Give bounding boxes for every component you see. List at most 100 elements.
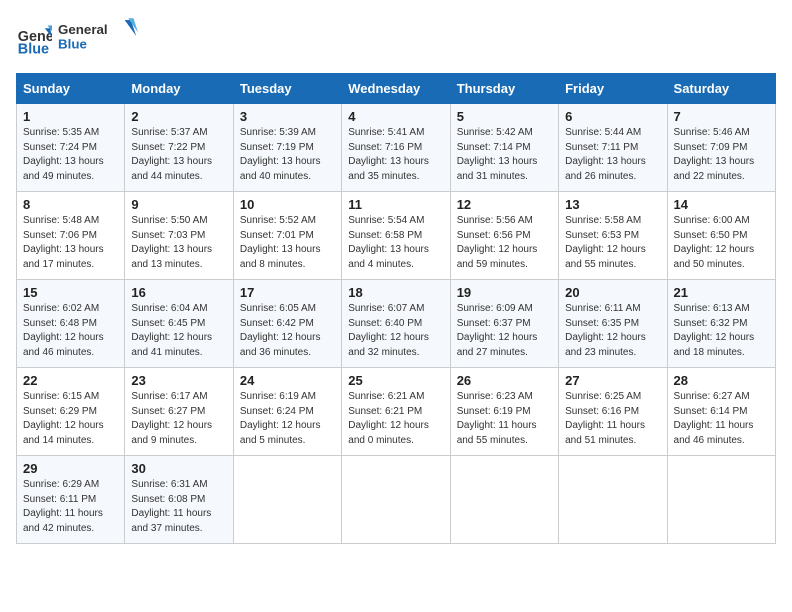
- day-number: 21: [674, 285, 769, 300]
- day-info: Sunrise: 6:00 AMSunset: 6:50 PMDaylight:…: [674, 214, 769, 272]
- week-row-3: 15 Sunrise: 6:02 AMSunset: 6:48 PMDayligh…: [17, 280, 776, 368]
- day-number: 4: [348, 109, 443, 124]
- calendar-cell: [233, 456, 341, 544]
- col-header-thursday: Thursday: [450, 74, 558, 104]
- day-number: 15: [23, 285, 118, 300]
- day-info: Sunrise: 5:35 AMSunset: 7:24 PMDaylight:…: [23, 126, 118, 184]
- day-number: 2: [131, 109, 226, 124]
- day-info: Sunrise: 5:37 AMSunset: 7:22 PMDaylight:…: [131, 126, 226, 184]
- calendar-cell: [667, 456, 775, 544]
- day-number: 6: [565, 109, 660, 124]
- calendar-cell: 26 Sunrise: 6:23 AMSunset: 6:19 PMDayligh…: [450, 368, 558, 456]
- day-info: Sunrise: 5:42 AMSunset: 7:14 PMDaylight:…: [457, 126, 552, 184]
- day-info: Sunrise: 6:23 AMSunset: 6:19 PMDaylight:…: [457, 390, 552, 448]
- day-number: 11: [348, 197, 443, 212]
- col-header-wednesday: Wednesday: [342, 74, 450, 104]
- day-info: Sunrise: 6:31 AMSunset: 6:08 PMDaylight:…: [131, 478, 226, 536]
- day-info: Sunrise: 6:19 AMSunset: 6:24 PMDaylight:…: [240, 390, 335, 448]
- calendar-cell: 23 Sunrise: 6:17 AMSunset: 6:27 PMDayligh…: [125, 368, 233, 456]
- day-number: 5: [457, 109, 552, 124]
- day-number: 8: [23, 197, 118, 212]
- day-info: Sunrise: 5:48 AMSunset: 7:06 PMDaylight:…: [23, 214, 118, 272]
- calendar-cell: 8 Sunrise: 5:48 AMSunset: 7:06 PMDaylight…: [17, 192, 125, 280]
- calendar-cell: 29 Sunrise: 6:29 AMSunset: 6:11 PMDayligh…: [17, 456, 125, 544]
- day-info: Sunrise: 6:09 AMSunset: 6:37 PMDaylight:…: [457, 302, 552, 360]
- day-number: 27: [565, 373, 660, 388]
- day-number: 25: [348, 373, 443, 388]
- calendar-table: SundayMondayTuesdayWednesdayThursdayFrid…: [16, 73, 776, 544]
- calendar-cell: 30 Sunrise: 6:31 AMSunset: 6:08 PMDayligh…: [125, 456, 233, 544]
- day-info: Sunrise: 5:41 AMSunset: 7:16 PMDaylight:…: [348, 126, 443, 184]
- logo: General Blue General Blue: [16, 16, 138, 61]
- calendar-cell: 25 Sunrise: 6:21 AMSunset: 6:21 PMDayligh…: [342, 368, 450, 456]
- day-info: Sunrise: 6:05 AMSunset: 6:42 PMDaylight:…: [240, 302, 335, 360]
- calendar-cell: 28 Sunrise: 6:27 AMSunset: 6:14 PMDayligh…: [667, 368, 775, 456]
- day-info: Sunrise: 6:02 AMSunset: 6:48 PMDaylight:…: [23, 302, 118, 360]
- col-header-saturday: Saturday: [667, 74, 775, 104]
- calendar-cell: 24 Sunrise: 6:19 AMSunset: 6:24 PMDayligh…: [233, 368, 341, 456]
- calendar-cell: 27 Sunrise: 6:25 AMSunset: 6:16 PMDayligh…: [559, 368, 667, 456]
- svg-text:Blue: Blue: [18, 41, 49, 57]
- calendar-cell: 11 Sunrise: 5:54 AMSunset: 6:58 PMDayligh…: [342, 192, 450, 280]
- calendar-cell: 6Sunrise: 5:44 AMSunset: 7:11 PMDaylight…: [559, 104, 667, 192]
- svg-text:Blue: Blue: [58, 36, 87, 51]
- day-number: 20: [565, 285, 660, 300]
- day-number: 24: [240, 373, 335, 388]
- day-info: Sunrise: 6:25 AMSunset: 6:16 PMDaylight:…: [565, 390, 660, 448]
- logo-icon: General Blue: [16, 21, 52, 57]
- svg-text:General: General: [58, 22, 108, 37]
- day-info: Sunrise: 6:13 AMSunset: 6:32 PMDaylight:…: [674, 302, 769, 360]
- day-info: Sunrise: 6:04 AMSunset: 6:45 PMDaylight:…: [131, 302, 226, 360]
- calendar-cell: 22 Sunrise: 6:15 AMSunset: 6:29 PMDayligh…: [17, 368, 125, 456]
- day-number: 1: [23, 109, 118, 124]
- day-number: 29: [23, 461, 118, 476]
- week-row-5: 29 Sunrise: 6:29 AMSunset: 6:11 PMDayligh…: [17, 456, 776, 544]
- day-number: 22: [23, 373, 118, 388]
- day-info: Sunrise: 5:54 AMSunset: 6:58 PMDaylight:…: [348, 214, 443, 272]
- calendar-cell: 14 Sunrise: 6:00 AMSunset: 6:50 PMDayligh…: [667, 192, 775, 280]
- header-row: SundayMondayTuesdayWednesdayThursdayFrid…: [17, 74, 776, 104]
- day-info: Sunrise: 6:27 AMSunset: 6:14 PMDaylight:…: [674, 390, 769, 448]
- day-info: Sunrise: 6:11 AMSunset: 6:35 PMDaylight:…: [565, 302, 660, 360]
- day-number: 12: [457, 197, 552, 212]
- calendar-cell: 19Sunrise: 6:09 AMSunset: 6:37 PMDayligh…: [450, 280, 558, 368]
- logo-svg: General Blue: [58, 16, 138, 56]
- week-row-1: 1 Sunrise: 5:35 AMSunset: 7:24 PMDaylight…: [17, 104, 776, 192]
- calendar-cell: 7Sunrise: 5:46 AMSunset: 7:09 PMDaylight…: [667, 104, 775, 192]
- day-number: 26: [457, 373, 552, 388]
- calendar-cell: 5 Sunrise: 5:42 AMSunset: 7:14 PMDaylight…: [450, 104, 558, 192]
- calendar-cell: 15 Sunrise: 6:02 AMSunset: 6:48 PMDayligh…: [17, 280, 125, 368]
- week-row-2: 8 Sunrise: 5:48 AMSunset: 7:06 PMDaylight…: [17, 192, 776, 280]
- day-info: Sunrise: 6:15 AMSunset: 6:29 PMDaylight:…: [23, 390, 118, 448]
- day-number: 13: [565, 197, 660, 212]
- calendar-cell: [450, 456, 558, 544]
- day-info: Sunrise: 5:58 AMSunset: 6:53 PMDaylight:…: [565, 214, 660, 272]
- calendar-cell: 1 Sunrise: 5:35 AMSunset: 7:24 PMDaylight…: [17, 104, 125, 192]
- calendar-cell: 12 Sunrise: 5:56 AMSunset: 6:56 PMDayligh…: [450, 192, 558, 280]
- day-info: Sunrise: 5:50 AMSunset: 7:03 PMDaylight:…: [131, 214, 226, 272]
- calendar-cell: 2 Sunrise: 5:37 AMSunset: 7:22 PMDaylight…: [125, 104, 233, 192]
- day-number: 16: [131, 285, 226, 300]
- col-header-friday: Friday: [559, 74, 667, 104]
- day-number: 30: [131, 461, 226, 476]
- calendar-cell: 9Sunrise: 5:50 AMSunset: 7:03 PMDaylight…: [125, 192, 233, 280]
- calendar-cell: [559, 456, 667, 544]
- calendar-cell: 13 Sunrise: 5:58 AMSunset: 6:53 PMDayligh…: [559, 192, 667, 280]
- day-info: Sunrise: 6:29 AMSunset: 6:11 PMDaylight:…: [23, 478, 118, 536]
- day-info: Sunrise: 6:21 AMSunset: 6:21 PMDaylight:…: [348, 390, 443, 448]
- day-number: 14: [674, 197, 769, 212]
- day-number: 18: [348, 285, 443, 300]
- day-info: Sunrise: 5:56 AMSunset: 6:56 PMDaylight:…: [457, 214, 552, 272]
- calendar-cell: 17Sunrise: 6:05 AMSunset: 6:42 PMDayligh…: [233, 280, 341, 368]
- day-number: 28: [674, 373, 769, 388]
- calendar-cell: 21 Sunrise: 6:13 AMSunset: 6:32 PMDayligh…: [667, 280, 775, 368]
- calendar-cell: 20 Sunrise: 6:11 AMSunset: 6:35 PMDayligh…: [559, 280, 667, 368]
- col-header-monday: Monday: [125, 74, 233, 104]
- col-header-tuesday: Tuesday: [233, 74, 341, 104]
- calendar-cell: [342, 456, 450, 544]
- calendar-cell: 4 Sunrise: 5:41 AMSunset: 7:16 PMDaylight…: [342, 104, 450, 192]
- col-header-sunday: Sunday: [17, 74, 125, 104]
- day-info: Sunrise: 6:17 AMSunset: 6:27 PMDaylight:…: [131, 390, 226, 448]
- week-row-4: 22 Sunrise: 6:15 AMSunset: 6:29 PMDayligh…: [17, 368, 776, 456]
- day-number: 23: [131, 373, 226, 388]
